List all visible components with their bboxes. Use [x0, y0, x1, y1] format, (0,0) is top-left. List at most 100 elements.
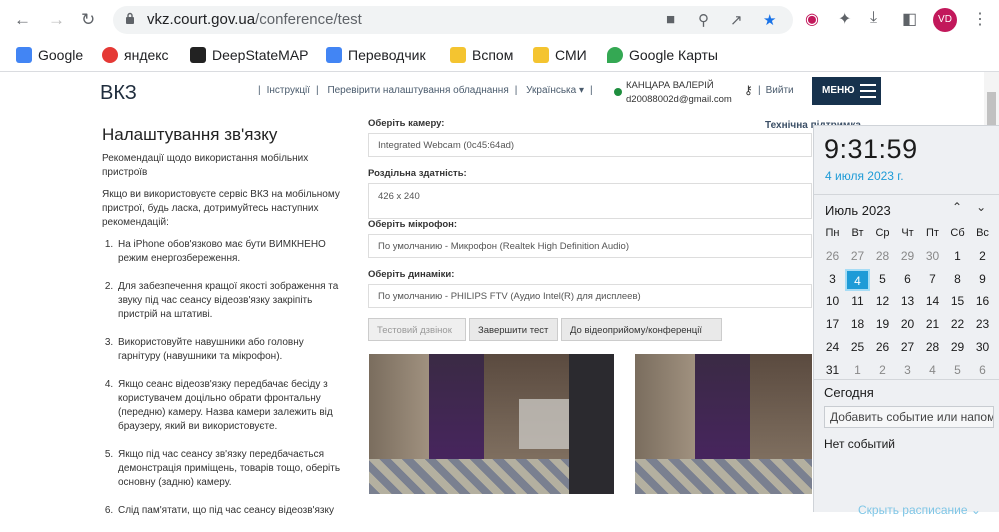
kebab-menu-icon[interactable]: ⋮	[972, 9, 988, 29]
resolution-select[interactable]: 426 x 240	[368, 183, 812, 219]
calendar-day[interactable]: 21	[920, 314, 945, 336]
weekday-label: Пт	[926, 227, 939, 239]
chevron-up-icon[interactable]: ⌃	[952, 200, 976, 214]
calendar-day[interactable]: 30	[970, 337, 995, 359]
recommendations-panel: Налаштування зв'язку Рекомендації щодо в…	[102, 126, 347, 532]
calendar-month[interactable]: Июль 2023	[825, 203, 891, 218]
calendar-day[interactable]: 26	[870, 337, 895, 359]
calendar-day[interactable]: 5	[870, 269, 895, 291]
divider	[814, 194, 999, 195]
calendar-day[interactable]: 26	[820, 246, 845, 268]
reload-icon[interactable]: ↻	[81, 10, 95, 30]
lock-icon[interactable]	[125, 12, 135, 24]
add-event-input[interactable]: Добавить событие или напоминание	[824, 406, 994, 428]
clock-date[interactable]: 4 июля 2023 г.	[825, 169, 904, 183]
exit-link[interactable]: | Вийти	[758, 85, 794, 96]
calendar-day[interactable]: 8	[945, 269, 970, 291]
link-check-equipment[interactable]: Перевірити налаштування обладнання	[327, 85, 508, 96]
extension-icon[interactable]: ◉	[805, 9, 819, 29]
hide-schedule-link[interactable]: Скрыть расписание ⌄	[858, 503, 981, 517]
link-instructions[interactable]: Інструкції	[267, 85, 310, 96]
calendar-day[interactable]: 15	[945, 291, 970, 313]
sidepanel-icon[interactable]: ◧	[902, 9, 917, 29]
mic-select[interactable]: По умолчанию - Микрофон (Realtek High De…	[368, 234, 812, 258]
bookmark-translate[interactable]: Переводчик	[326, 47, 426, 63]
calendar-day[interactable]: 24	[820, 337, 845, 359]
calendar-day[interactable]: 6	[895, 269, 920, 291]
download-icon[interactable]: ⤓	[870, 9, 877, 27]
calendar-day[interactable]: 11	[845, 291, 870, 313]
calendar-day[interactable]: 14	[920, 291, 945, 313]
bookmark-star-icon[interactable]: ★	[763, 11, 776, 29]
camera-select[interactable]: Integrated Webcam (0c45:64ad)	[368, 133, 812, 157]
list-item: Якщо під час сеансу зв'язку передбачаєть…	[116, 448, 347, 490]
calendar-day[interactable]: 28	[870, 246, 895, 268]
calendar-day[interactable]: 10	[820, 291, 845, 313]
site-logo[interactable]: ВКЗ	[100, 82, 137, 105]
deepstate-icon	[190, 47, 206, 63]
menu-button[interactable]: МЕНЮ	[812, 77, 881, 105]
calendar-day[interactable]: 29	[895, 246, 920, 268]
calendar-day[interactable]: 20	[895, 314, 920, 336]
calendar-day[interactable]: 9	[970, 269, 995, 291]
calendar-day[interactable]: 17	[820, 314, 845, 336]
go-to-conference-button[interactable]: До відеоприйому/конференції	[561, 318, 722, 341]
calendar-day[interactable]: 28	[920, 337, 945, 359]
calendar-day[interactable]: 7	[920, 269, 945, 291]
zoom-icon[interactable]: ⚲	[698, 11, 709, 29]
bookmarks-bar: Google яндекс DeepStateMAP Переводчик Вс…	[0, 40, 999, 72]
camera-label: Оберіть камеру:	[368, 118, 445, 129]
calendar-day[interactable]: 18	[845, 314, 870, 336]
user-block: КАНЦАРА ВАЛЕРІЙ d20088002d@gmail.com	[614, 79, 732, 107]
calendar-day-today[interactable]: 4	[845, 268, 870, 291]
calendar-day[interactable]: 1	[945, 246, 970, 268]
weekday-label: Вс	[976, 227, 989, 239]
calendar-day[interactable]: 22	[945, 314, 970, 336]
puzzle-icon[interactable]: ✦	[838, 9, 851, 29]
calendar-day[interactable]: 27	[895, 337, 920, 359]
calendar-day[interactable]: 19	[870, 314, 895, 336]
recommendations-list: На iPhone обов'язково має бути ВИМКНЕНО …	[102, 238, 347, 518]
bookmark-yandex[interactable]: яндекс	[102, 47, 169, 63]
resolution-label: Роздільна здатність:	[368, 168, 467, 179]
bookmark-folder-vspom[interactable]: Вспом	[450, 47, 513, 63]
folder-icon	[450, 47, 466, 63]
weekday-label: Вт	[851, 227, 864, 239]
weekday-label: Пн	[825, 227, 840, 239]
calendar-day[interactable]: 30	[920, 246, 945, 268]
calendar-day[interactable]: 3	[820, 269, 845, 291]
share-icon[interactable]: ↗	[730, 11, 743, 29]
folder-icon	[533, 47, 549, 63]
mic-label: Оберіть мікрофон:	[368, 219, 458, 230]
forward-icon[interactable]: →	[48, 10, 65, 30]
key-icon: ⚷	[744, 83, 753, 97]
calendar-day[interactable]: 27	[845, 246, 870, 268]
calendar-day[interactable]: 12	[870, 291, 895, 313]
chevron-down-icon[interactable]: ⌄	[976, 200, 999, 214]
calendar-day[interactable]: 13	[895, 291, 920, 313]
calendar-day[interactable]: 2	[970, 246, 995, 268]
speaker-label: Оберіть динаміки:	[368, 269, 455, 280]
hamburger-icon	[860, 84, 876, 98]
language-select[interactable]: Українська ▾	[526, 85, 584, 96]
bookmark-folder-smi[interactable]: СМИ	[533, 47, 587, 63]
calendar-day[interactable]: 29	[945, 337, 970, 359]
translate-icon	[326, 47, 342, 63]
calendar-day[interactable]: 16	[970, 291, 995, 313]
test-call-button[interactable]: Тестовий дзвінок	[368, 318, 466, 341]
finish-test-button[interactable]: Завершити тест	[469, 318, 558, 341]
bookmark-google-maps[interactable]: Google Карты	[607, 47, 718, 63]
calendar-day[interactable]: 23	[970, 314, 995, 336]
back-icon[interactable]: ←	[14, 10, 31, 30]
calendar-day[interactable]: 25	[845, 337, 870, 359]
url-text[interactable]: vkz.court.gov.ua/conference/test	[147, 11, 362, 28]
address-bar[interactable]: vkz.court.gov.ua/conference/test ■ ⚲ ↗ ★	[113, 6, 793, 34]
speaker-select[interactable]: По умолчанию - PHILIPS FTV (Аудио Intel(…	[368, 284, 812, 308]
bookmark-google[interactable]: Google	[16, 47, 83, 63]
no-events-text: Нет событий	[824, 437, 895, 451]
avatar[interactable]: VD	[933, 8, 957, 32]
local-video-preview	[369, 354, 614, 494]
remote-video-preview	[635, 354, 812, 494]
bookmark-deepstate[interactable]: DeepStateMAP	[190, 47, 309, 63]
camera-icon[interactable]: ■	[666, 11, 675, 28]
